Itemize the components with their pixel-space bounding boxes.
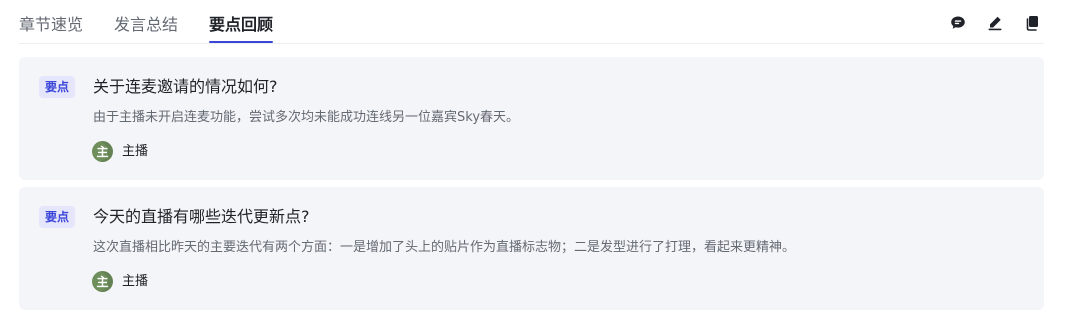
speaker-name: 主播	[122, 143, 149, 159]
avatar: 主	[92, 141, 113, 162]
toolbar	[948, 13, 1042, 33]
speaker[interactable]: 主 主播	[92, 271, 148, 292]
comment-button[interactable]	[948, 13, 968, 33]
key-point-question: 关于连麦邀请的情况如何?	[93, 77, 278, 96]
speaker[interactable]: 主 主播	[92, 141, 148, 162]
tab-key-points[interactable]: 要点回顾	[209, 12, 274, 46]
key-point-badge: 要点	[39, 76, 76, 98]
key-point-answer: 这次直播相比昨天的主要迭代有两个方面：一是增加了头上的贴片作为直播标志物；二是发…	[93, 240, 796, 255]
key-point-card: 要点 今天的直播有哪些迭代更新点? 这次直播相比昨天的主要迭代有两个方面：一是增…	[19, 187, 1044, 310]
key-point-answer: 由于主播未开启连麦功能，尝试多次均未能成功连线另一位嘉宾Sky春天。	[93, 110, 520, 125]
avatar: 主	[92, 271, 113, 292]
key-point-card: 要点 关于连麦邀请的情况如何? 由于主播未开启连麦功能，尝试多次均未能成功连线另…	[19, 57, 1044, 180]
tabs-divider	[19, 43, 1044, 44]
tab-bar: 章节速览 发言总结 要点回顾	[19, 12, 304, 46]
edit-icon	[988, 16, 1002, 31]
tab-chapter-overview[interactable]: 章节速览	[19, 12, 83, 46]
copy-button[interactable]	[1022, 13, 1042, 33]
key-point-badge: 要点	[39, 206, 76, 228]
comment-icon	[951, 16, 965, 29]
copy-icon	[1026, 16, 1038, 31]
key-points-panel: 章节速览 发言总结 要点回顾 要点 关于连麦邀请的情况如何? 由于主播未开启连麦…	[0, 0, 1080, 315]
key-point-question: 今天的直播有哪些迭代更新点?	[93, 207, 310, 226]
speaker-name: 主播	[122, 273, 149, 289]
edit-button[interactable]	[985, 13, 1005, 33]
tab-speech-summary[interactable]: 发言总结	[114, 12, 178, 46]
